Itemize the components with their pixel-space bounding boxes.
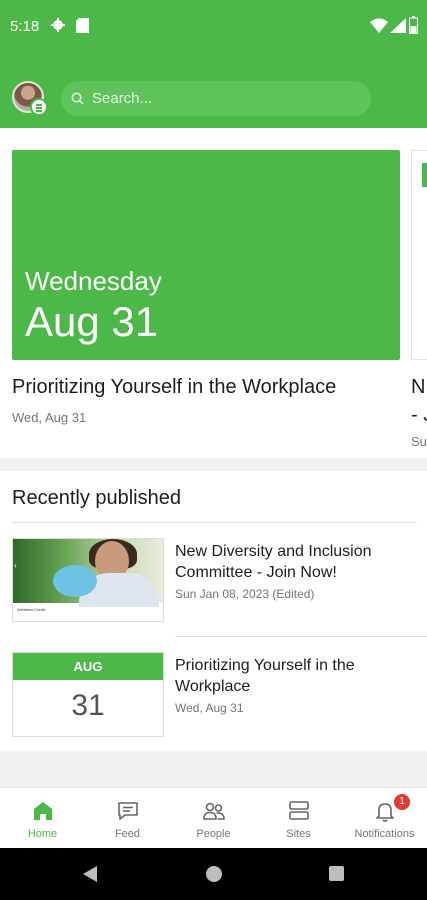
divider — [12, 522, 417, 523]
home-icon — [34, 802, 52, 820]
event-calendar-thumbnail[interactable]: AUG 31 — [12, 652, 164, 737]
event-title[interactable]: Prioritizing Yourself in the Workplace — [12, 376, 336, 399]
menu-icon[interactable] — [30, 98, 48, 116]
notification-badge: 1 — [394, 794, 410, 810]
event-date: Wed, Aug 31 — [175, 701, 244, 715]
featured-carousel[interactable]: Wednesday Aug 31 Prioritizing Yourself i… — [0, 128, 427, 458]
nav-feed[interactable]: Feed — [85, 788, 170, 849]
nav-label: Home — [27, 828, 58, 840]
search-input[interactable] — [92, 81, 362, 116]
status-time: 5:18 — [10, 18, 40, 35]
cell-signal-icon — [390, 18, 406, 33]
section-heading: Recently published — [12, 487, 181, 509]
nav-people[interactable]: People — [171, 788, 256, 849]
chevron-left-icon: ‹ — [14, 561, 17, 570]
next-event-card[interactable] — [411, 150, 427, 360]
nav-label: People — [196, 828, 231, 840]
event-day: Wednesday — [25, 266, 162, 296]
nav-notifications[interactable]: 1 Notifications — [342, 788, 427, 849]
event-card[interactable]: Wednesday Aug 31 — [12, 150, 400, 360]
next-event-title-line1[interactable]: N — [411, 376, 427, 399]
people-icon — [203, 802, 225, 820]
divider — [175, 636, 427, 637]
event-title[interactable]: Prioritizing Yourself in the Workplace — [175, 655, 415, 697]
calendar-day: 31 — [71, 689, 105, 722]
nav-label: Feed — [114, 828, 141, 840]
piggy-bank-image — [53, 565, 97, 597]
recently-published-section: Recently published ‹ Wellness Credit New… — [0, 471, 427, 751]
search-bar[interactable] — [61, 81, 371, 116]
calendar-month: AUG — [13, 653, 163, 680]
app-header: 5:18 — [0, 0, 427, 128]
nav-sites[interactable]: Sites — [256, 788, 341, 849]
sd-card-icon — [76, 18, 89, 33]
sites-icon — [289, 801, 309, 820]
article-thumbnail[interactable]: ‹ Wellness Credit — [12, 538, 164, 622]
thumbnail-caption: Wellness Credit — [17, 607, 45, 612]
app-screen: 5:18 Wednesday Aug 31 Prioritizing Yours… — [0, 0, 427, 900]
battery-icon — [409, 16, 418, 34]
next-event-subtitle: Su — [411, 434, 427, 449]
recent-apps-icon[interactable] — [329, 866, 344, 881]
nav-label: Sites — [286, 828, 311, 840]
article-date: Sun Jan 08, 2023 (Edited) — [175, 587, 315, 601]
event-date-subtitle: Wed, Aug 31 — [12, 410, 87, 425]
system-navigation-bar — [0, 848, 427, 900]
search-icon — [71, 92, 84, 105]
event-date: Aug 31 — [25, 298, 159, 345]
next-event-title-line2[interactable]: - J — [411, 404, 427, 427]
feed-icon — [118, 802, 138, 820]
nav-home[interactable]: Home — [0, 788, 85, 849]
status-bar: 5:18 — [0, 0, 427, 56]
nav-label: Notifications — [354, 828, 415, 840]
wifi-icon — [370, 18, 388, 33]
home-circle-icon[interactable] — [206, 866, 222, 882]
article-title[interactable]: New Diversity and Inclusion Committee - … — [175, 541, 415, 583]
settings-gear-icon — [51, 18, 65, 32]
bottom-navigation: Home Feed People Sites 1 Notifications — [0, 787, 427, 848]
back-icon[interactable] — [82, 865, 98, 883]
